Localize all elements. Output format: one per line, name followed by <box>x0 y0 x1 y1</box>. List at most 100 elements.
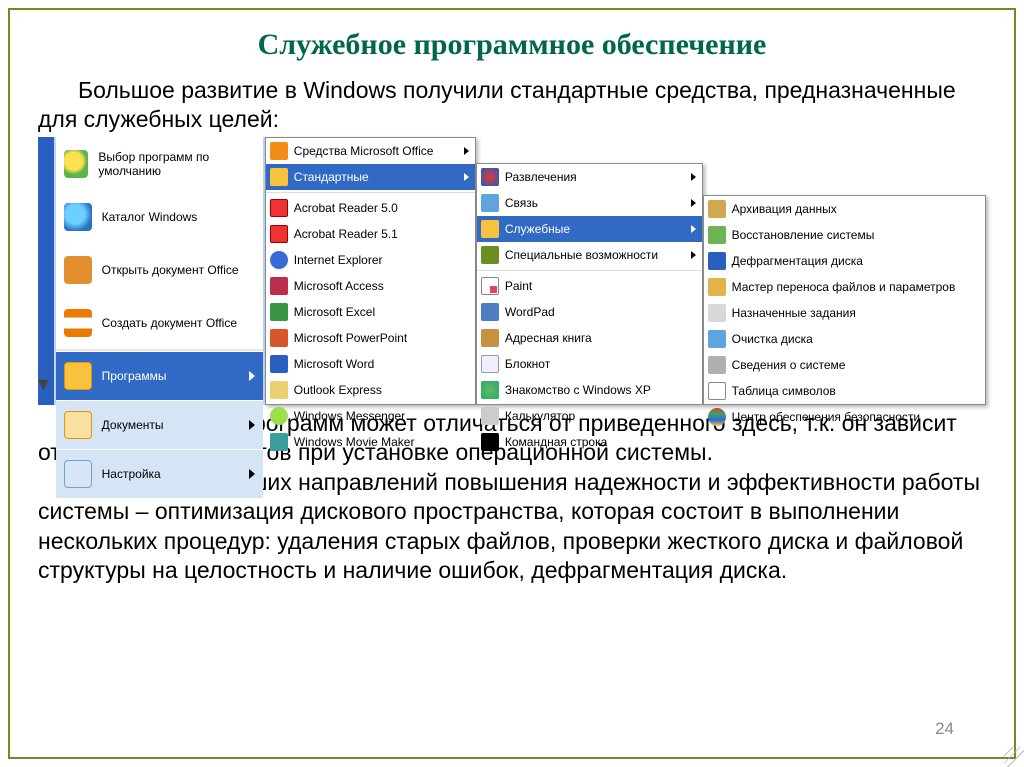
mi-office-tools-label: Средства Microsoft Office <box>294 144 434 158</box>
mi-notepad[interactable]: Блокнот <box>477 351 702 377</box>
documents-icon <box>64 411 92 439</box>
moviemaker-icon <box>270 433 288 451</box>
mi-word-label: Microsoft Word <box>294 357 374 371</box>
mi-cmd[interactable]: Командная строка <box>477 429 702 455</box>
mi-comm[interactable]: Связь <box>477 190 702 216</box>
mi-office-tools[interactable]: Средства Microsoft Office <box>266 138 475 164</box>
open-office-icon <box>64 256 92 284</box>
taskbar-strip <box>38 137 54 405</box>
sl-new-office[interactable]: Создать документ Office <box>56 296 263 349</box>
accessibility-icon <box>481 246 499 264</box>
mi-charmap[interactable]: Таблица символов <box>704 378 985 404</box>
excel-icon <box>270 303 288 321</box>
mi-service[interactable]: Служебные <box>477 216 702 242</box>
chevron-right-icon <box>691 225 696 233</box>
mi-calc[interactable]: Калькулятор <box>477 403 702 429</box>
start-menu-screenshot: Выбор программ по умолчанию Каталог Wind… <box>38 137 986 405</box>
mi-cmd-label: Командная строка <box>505 435 607 449</box>
mi-outlook-label: Outlook Express <box>294 383 382 397</box>
mi-tour-label: Знакомство с Windows XP <box>505 383 651 397</box>
mi-access[interactable]: Microsoft Access <box>266 273 475 299</box>
mi-backup[interactable]: Архивация данных <box>704 196 985 222</box>
mi-wordpad[interactable]: WordPad <box>477 299 702 325</box>
mi-security-label: Центр обеспечения безопасности <box>732 410 921 424</box>
access-icon <box>270 277 288 295</box>
body-text: Большое развитие в Windows получили стан… <box>38 76 986 135</box>
mi-messenger-label: Windows Messenger <box>294 409 405 423</box>
menu-service: Архивация данных Восстановление системы … <box>703 195 986 405</box>
games-icon <box>481 168 499 186</box>
mi-special-label: Специальные возможности <box>505 248 658 262</box>
mi-wizard-label: Мастер переноса файлов и параметров <box>732 280 956 294</box>
communications-icon <box>481 194 499 212</box>
addressbook-icon <box>481 329 499 347</box>
mi-excel[interactable]: Microsoft Excel <box>266 299 475 325</box>
mi-acro51[interactable]: Acrobat Reader 5.1 <box>266 221 475 247</box>
mi-acro50[interactable]: Acrobat Reader 5.0 <box>266 195 475 221</box>
mi-outlook[interactable]: Outlook Express <box>266 377 475 403</box>
mi-movie[interactable]: Windows Movie Maker <box>266 429 475 455</box>
wizard-icon <box>708 278 726 296</box>
mi-charmap-label: Таблица символов <box>732 384 836 398</box>
mi-wizard[interactable]: Мастер переноса файлов и параметров <box>704 274 985 300</box>
sl-catalog[interactable]: Каталог Windows <box>56 190 263 243</box>
mi-clean-label: Очистка диска <box>732 332 813 346</box>
charmap-icon <box>708 382 726 400</box>
mi-word[interactable]: Microsoft Word <box>266 351 475 377</box>
programs-icon <box>64 362 92 390</box>
chevron-right-icon <box>691 199 696 207</box>
resize-grip-icon <box>1004 747 1024 767</box>
sl-open-office[interactable]: Открыть документ Office <box>56 243 263 296</box>
mi-addressbook[interactable]: Адресная книга <box>477 325 702 351</box>
mi-games[interactable]: Развлечения <box>477 164 702 190</box>
mi-calc-label: Калькулятор <box>505 409 575 423</box>
mi-acro51-label: Acrobat Reader 5.1 <box>294 227 398 241</box>
mi-special[interactable]: Специальные возможности <box>477 242 702 268</box>
mi-access-label: Microsoft Access <box>294 279 384 293</box>
mi-paint[interactable]: Paint <box>477 273 702 299</box>
disk-cleanup-icon <box>708 330 726 348</box>
mi-ppt[interactable]: Microsoft PowerPoint <box>266 325 475 351</box>
sl-open-office-label: Открыть документ Office <box>102 263 239 277</box>
mi-messenger[interactable]: Windows Messenger <box>266 403 475 429</box>
separator <box>266 192 475 193</box>
mi-paint-label: Paint <box>505 279 532 293</box>
chevron-right-icon <box>691 251 696 259</box>
powerpoint-icon <box>270 329 288 347</box>
mi-ie-label: Internet Explorer <box>294 253 383 267</box>
mi-security[interactable]: Центр обеспечения безопасности <box>704 404 985 430</box>
chevron-right-icon <box>464 173 469 181</box>
mi-sched[interactable]: Назначенные задания <box>704 300 985 326</box>
sl-documents-label: Документы <box>102 418 164 432</box>
mi-restore[interactable]: Восстановление системы <box>704 222 985 248</box>
sl-programs-label: Программы <box>102 369 167 383</box>
sl-programs[interactable]: Программы <box>56 351 263 400</box>
word-icon <box>270 355 288 373</box>
mi-ie[interactable]: Internet Explorer <box>266 247 475 273</box>
mi-standard[interactable]: Стандартные <box>266 164 475 190</box>
chevron-right-icon <box>249 371 255 381</box>
sl-catalog-label: Каталог Windows <box>102 210 198 224</box>
tour-icon <box>481 381 499 399</box>
sl-documents[interactable]: Документы <box>56 400 263 449</box>
mi-tour[interactable]: Знакомство с Windows XP <box>477 377 702 403</box>
mi-acro50-label: Acrobat Reader 5.0 <box>294 201 398 215</box>
mi-sysinfo[interactable]: Сведения о системе <box>704 352 985 378</box>
acrobat-icon <box>270 225 288 243</box>
scheduler-icon <box>708 304 726 322</box>
mi-restore-label: Восстановление системы <box>732 228 875 242</box>
slide-title: Служебное программное обеспечение <box>38 28 986 62</box>
mi-excel-label: Microsoft Excel <box>294 305 375 319</box>
acrobat-icon <box>270 199 288 217</box>
mi-clean[interactable]: Очистка диска <box>704 326 985 352</box>
default-programs-icon <box>64 150 89 178</box>
sl-default-programs[interactable]: Выбор программ по умолчанию <box>56 137 263 190</box>
mi-service-label: Служебные <box>505 222 570 236</box>
messenger-icon <box>270 407 288 425</box>
paint-icon <box>481 277 499 295</box>
security-center-icon <box>708 408 726 426</box>
outlook-icon <box>270 381 288 399</box>
sl-settings[interactable]: Настройка <box>56 449 263 498</box>
wordpad-icon <box>481 303 499 321</box>
mi-defrag[interactable]: Дефрагментация диска <box>704 248 985 274</box>
